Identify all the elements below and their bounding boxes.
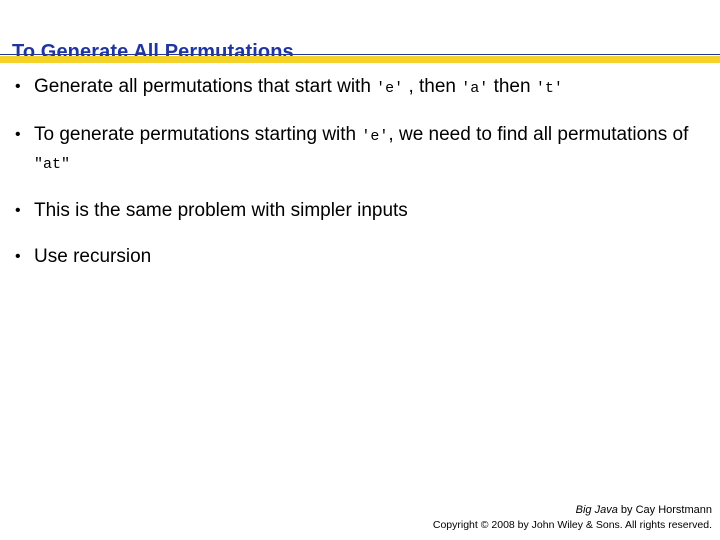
bullet-marker-icon: • — [15, 126, 21, 143]
slide: To Generate All Permutations • Generate … — [0, 0, 720, 540]
list-item-text: This is the same problem with simpler in… — [34, 200, 408, 221]
code-span: 'e' — [376, 80, 404, 97]
divider-yellow-bar — [0, 56, 720, 63]
code-span: 'a' — [461, 80, 489, 97]
list-item: • This is the same problem with simpler … — [12, 198, 710, 224]
code-span: "at" — [34, 156, 71, 173]
list-item: • Use recursion — [12, 244, 710, 270]
bullet-marker-icon: • — [15, 248, 21, 265]
list-item-text: To generate permutations starting with '… — [34, 124, 689, 173]
footer-book-title: Big Java — [575, 504, 618, 516]
list-item-text: Use recursion — [34, 246, 152, 267]
footer-credit: Big Java by Cay Horstmann — [433, 504, 712, 517]
list-item: • Generate all permutations that start w… — [12, 74, 710, 102]
bullet-list: • Generate all permutations that start w… — [12, 74, 710, 270]
footer-credit-suffix: by Cay Horstmann — [617, 504, 712, 516]
footer-copyright: Copyright © 2008 by John Wiley & Sons. A… — [432, 519, 712, 531]
slide-footer: Big Java by Cay Horstmann Copyright © 20… — [433, 504, 712, 532]
bullet-marker-icon: • — [15, 202, 21, 219]
bullet-marker-icon: • — [15, 78, 21, 95]
code-span: 'e' — [361, 128, 389, 145]
divider-rule-line — [0, 54, 720, 55]
title-divider — [0, 54, 720, 63]
list-item: • To generate permutations starting with… — [12, 122, 710, 178]
code-span: 't' — [535, 80, 563, 97]
list-item-text: Generate all permutations that start wit… — [34, 76, 563, 97]
